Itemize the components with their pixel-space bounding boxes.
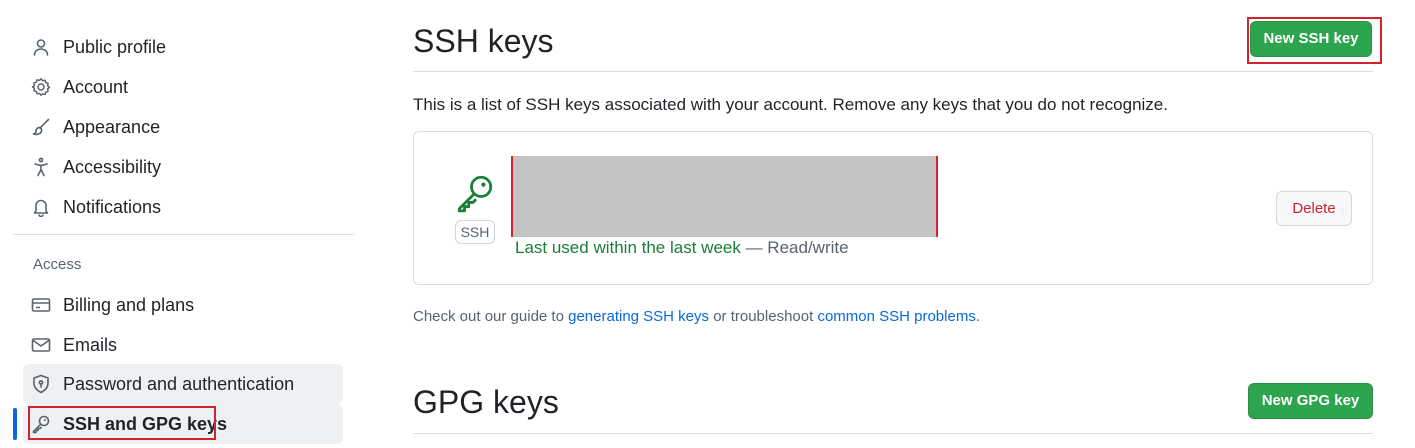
guide-prefix: Check out our guide to [413,308,569,325]
sidebar-item-password-authentication[interactable]: Password and authentication [23,364,343,404]
sidebar-item-label: Notifications [63,197,162,217]
sidebar-item-label: Public profile [63,37,167,57]
sidebar-item-billing[interactable]: Billing and plans [23,285,343,325]
accessibility-icon [31,157,51,177]
shield-lock-icon [31,374,51,394]
key-icon [454,172,496,214]
ssh-intro-text: This is a list of SSH keys associated wi… [413,95,1168,114]
sidebar-item-label: Appearance [63,117,161,137]
ssh-guide-text: Check out our guide to generating SSH ke… [413,308,980,325]
sidebar-item-appearance[interactable]: Appearance [23,107,343,147]
common-ssh-problems-link[interactable]: common SSH problems [817,308,975,325]
sidebar-item-account[interactable]: Account [23,67,343,107]
guide-suffix: . [975,308,980,325]
section-divider [413,433,1373,434]
sidebar-item-public-profile[interactable]: Public profile [23,27,343,67]
key-usage-status: Last used within the last week — Read/wr… [515,238,849,258]
delete-key-button[interactable]: Delete [1276,191,1352,226]
credit-card-icon [31,295,51,315]
ssh-keys-title: SSH keys [413,23,554,59]
sidebar-item-accessibility[interactable]: Accessibility [23,147,343,187]
selected-indicator [13,408,17,440]
sidebar-item-label: Emails [63,335,118,355]
sidebar-item-label: Account [63,77,129,97]
main-content: SSH keys New SSH key This is a list of S… [413,0,1382,448]
section-divider [413,71,1373,72]
sidebar-item-ssh-gpg-keys[interactable]: SSH and GPG keys [23,404,343,444]
paintbrush-icon [31,117,51,137]
sidebar-item-notifications[interactable]: Notifications [23,187,343,227]
new-gpg-key-button[interactable]: New GPG key [1248,383,1373,419]
sidebar-item-label: Billing and plans [63,295,195,315]
sidebar-section-heading: Access [33,256,82,273]
sidebar-item-emails[interactable]: Emails [23,325,343,365]
guide-middle: or troubleshoot [709,308,818,325]
key-icon [31,414,51,434]
new-ssh-key-button[interactable]: New SSH key [1250,21,1372,57]
gear-icon [31,77,51,97]
sidebar-item-label: SSH and GPG keys [63,414,228,434]
ssh-key-item: SSH Last used within the last week — Rea… [413,131,1373,285]
access-level-text: — Read/write [740,238,849,257]
last-used-text: Last used within the last week [515,238,741,257]
sidebar-divider [13,234,354,235]
mail-icon [31,335,51,355]
settings-sidebar: Public profile Account Appearance Access… [0,0,360,448]
person-icon [31,37,51,57]
gpg-keys-title: GPG keys [413,384,559,420]
generating-ssh-keys-link[interactable]: generating SSH keys [568,308,709,325]
bell-icon [31,197,51,217]
sidebar-item-label: Accessibility [63,157,162,177]
sidebar-item-label: Password and authentication [63,374,295,394]
redacted-key-title [511,156,938,237]
ssh-badge: SSH [455,220,495,244]
